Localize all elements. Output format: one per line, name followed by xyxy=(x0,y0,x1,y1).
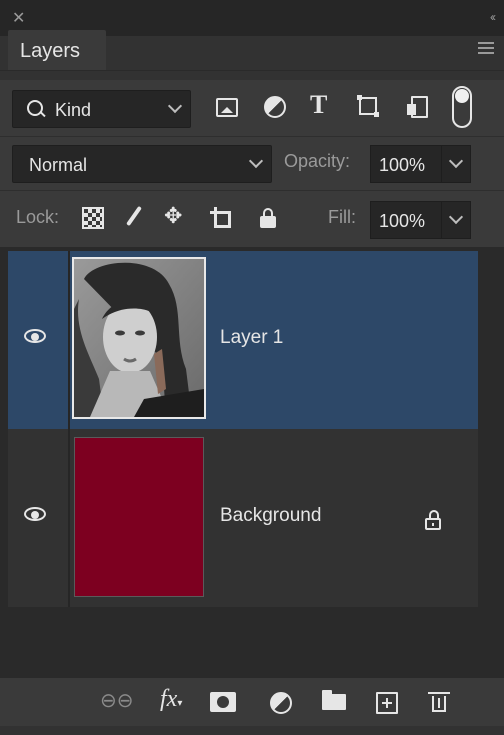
tab-layers[interactable]: Layers xyxy=(8,30,106,70)
layers-panel: ✕ ‹‹ Layers Kind T Normal Opacity: 100% xyxy=(0,0,504,735)
layer-name[interactable]: Layer 1 xyxy=(220,327,283,349)
filter-toggle-icon[interactable] xyxy=(452,86,472,128)
chevron-down-icon xyxy=(167,98,183,114)
opacity-value: 100% xyxy=(379,155,426,175)
lock-label: Lock: xyxy=(16,207,60,227)
blend-row: Normal Opacity: 100% xyxy=(0,136,504,191)
layer-row-layer-1[interactable]: Layer 1 xyxy=(8,251,478,429)
tab-label: Layers xyxy=(20,40,81,62)
adjustment-layer-icon[interactable] xyxy=(270,692,292,714)
layers-footer-toolbar: ⊖⊖ fx▾ xyxy=(0,677,504,726)
kind-filter-label: Kind xyxy=(55,100,92,120)
divider xyxy=(0,70,504,71)
kind-filter-select[interactable]: Kind xyxy=(12,90,191,128)
lock-position-icon[interactable]: ✥ xyxy=(164,203,188,228)
fill-value: 100% xyxy=(379,211,426,231)
layer-name[interactable]: Background xyxy=(220,505,321,527)
type-filter-icon[interactable]: T xyxy=(310,90,336,119)
layer-thumbnail[interactable] xyxy=(72,257,206,419)
lock-row: Lock: ✥ Fill: 100% xyxy=(0,190,504,247)
image-filter-icon[interactable] xyxy=(214,94,240,120)
fill-input[interactable]: 100% xyxy=(370,201,442,239)
trash-icon[interactable] xyxy=(428,692,450,712)
group-folder-icon[interactable] xyxy=(322,690,346,710)
blend-mode-value: Normal xyxy=(29,155,88,175)
filter-row: Kind T xyxy=(0,80,504,136)
opacity-dropdown-button[interactable] xyxy=(441,145,471,183)
eye-icon[interactable] xyxy=(24,507,46,521)
eye-icon[interactable] xyxy=(24,329,46,343)
adjustment-filter-icon[interactable] xyxy=(262,94,288,120)
divider xyxy=(68,429,70,607)
lock-all-icon[interactable] xyxy=(258,207,282,231)
opacity-input[interactable]: 100% xyxy=(370,145,442,183)
chevron-down-icon xyxy=(448,153,464,169)
close-icon[interactable]: ✕ xyxy=(12,8,25,28)
chevron-down-icon xyxy=(248,153,264,169)
new-layer-icon[interactable] xyxy=(376,692,398,714)
smart-object-filter-icon[interactable] xyxy=(406,94,432,120)
opacity-label: Opacity: xyxy=(284,151,351,171)
layer-row-background[interactable]: Background xyxy=(8,429,478,607)
link-layers-icon[interactable]: ⊖⊖ xyxy=(100,688,134,712)
portrait-thumbnail-image xyxy=(74,259,204,417)
shape-filter-icon[interactable] xyxy=(356,94,382,120)
lock-artboard-icon[interactable] xyxy=(210,207,234,231)
search-icon xyxy=(27,100,43,116)
chevron-down-icon xyxy=(448,209,464,225)
divider xyxy=(68,251,70,429)
layer-thumbnail[interactable] xyxy=(74,437,204,597)
lock-pixels-icon[interactable] xyxy=(82,207,106,231)
lock-brush-icon[interactable] xyxy=(122,205,146,231)
double-chevron-icon[interactable]: ‹‹ xyxy=(490,10,496,24)
lock-icon[interactable] xyxy=(424,509,444,531)
fill-label: Fill: xyxy=(328,207,356,227)
fill-dropdown-button[interactable] xyxy=(441,201,471,239)
panel-menu-icon[interactable] xyxy=(478,42,494,54)
layer-mask-icon[interactable] xyxy=(210,692,236,712)
blend-mode-select[interactable]: Normal xyxy=(12,145,272,183)
fx-icon[interactable]: fx▾ xyxy=(160,686,182,712)
layers-list: Layer 1 Background xyxy=(0,247,504,677)
